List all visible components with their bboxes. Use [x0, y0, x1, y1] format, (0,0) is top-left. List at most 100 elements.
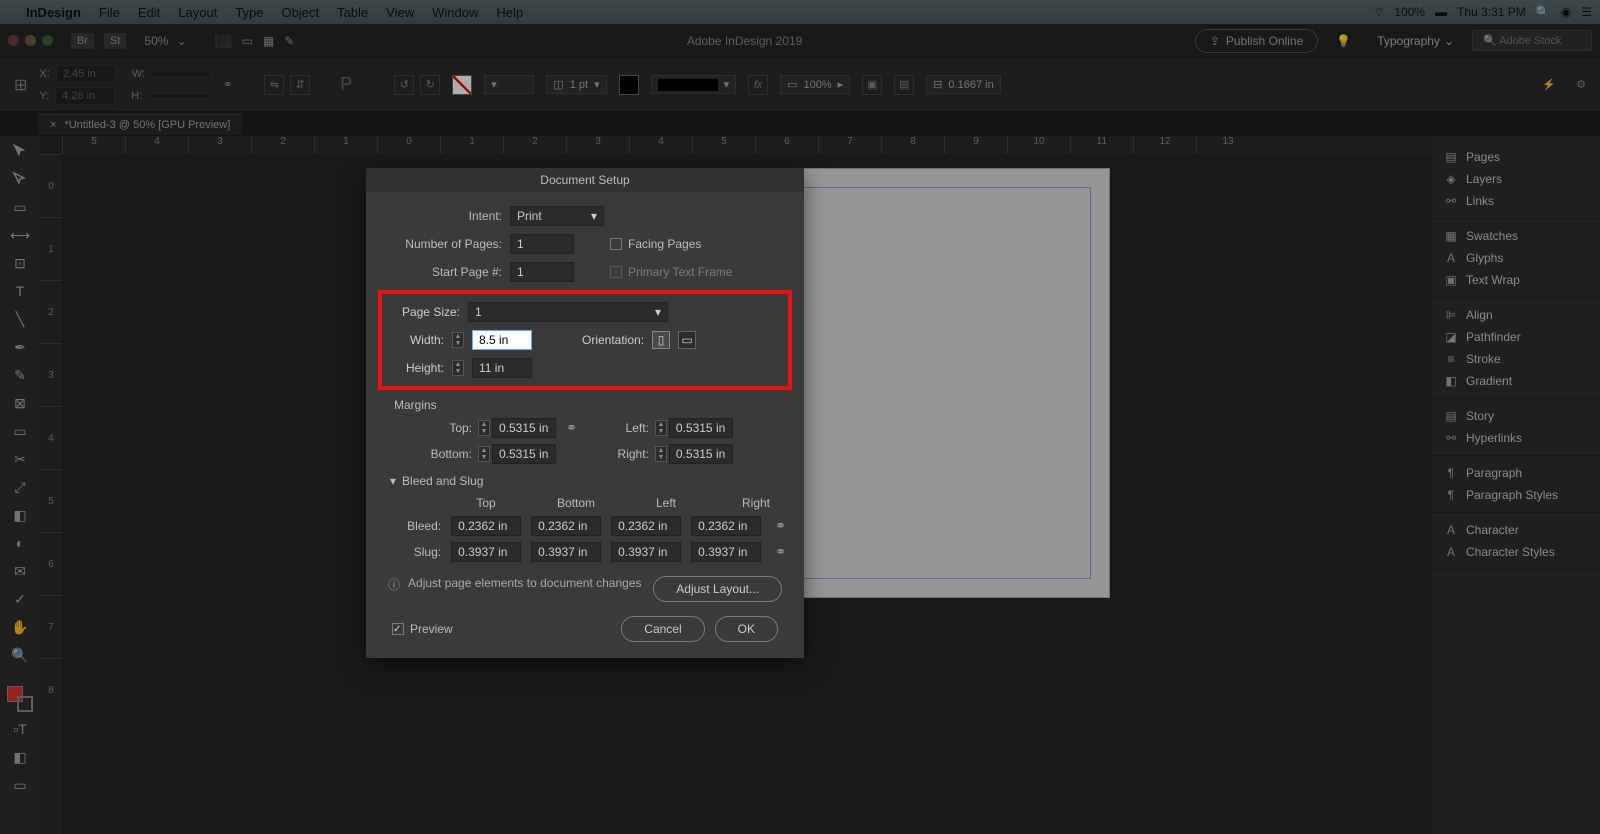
spotlight-icon[interactable]: 🔍 [1536, 5, 1551, 19]
bleed-right[interactable] [691, 516, 761, 536]
numpages-input[interactable] [510, 234, 574, 254]
pencil-tool[interactable]: ✎ [9, 364, 31, 386]
bulb-icon[interactable]: 💡 [1336, 34, 1351, 48]
h-field[interactable] [148, 93, 208, 99]
fill-stroke-toggle[interactable] [7, 686, 33, 712]
menu-layout[interactable]: Layout [178, 5, 217, 20]
slug-top[interactable] [451, 542, 521, 562]
panel-paragraph[interactable]: ¶Paragraph [1432, 462, 1600, 484]
bleed-left[interactable] [611, 516, 681, 536]
margin-bottom-input[interactable] [492, 444, 556, 464]
margin-right-input[interactable] [669, 444, 733, 464]
panel-gradient[interactable]: ◧Gradient [1432, 370, 1600, 392]
menu-help[interactable]: Help [496, 5, 523, 20]
w-field[interactable] [151, 71, 211, 77]
link-margin-icon[interactable]: ⚭ [566, 420, 577, 436]
wrap-1-icon[interactable]: ▣ [862, 75, 882, 95]
orientation-landscape[interactable]: ▭ [678, 331, 696, 349]
panel-story[interactable]: ▤Story [1432, 405, 1600, 427]
flip-h-icon[interactable]: ⇋ [264, 75, 284, 95]
width-input[interactable] [472, 330, 532, 350]
margin-left-input[interactable] [669, 418, 733, 438]
apply-color-icon[interactable]: ◧ [9, 746, 31, 768]
facing-pages-checkbox[interactable]: Facing Pages [610, 237, 701, 251]
flip-v-icon[interactable]: ⇵ [290, 75, 310, 95]
fx-icon[interactable]: fx [748, 75, 768, 95]
gap-tool[interactable]: ⟷ [9, 224, 31, 246]
margin-left-spinner[interactable]: ▲▼ [655, 420, 667, 436]
constrain-icon[interactable]: ⚭ [223, 78, 232, 91]
stroke-swatch[interactable] [619, 75, 639, 95]
height-input[interactable] [472, 358, 532, 378]
panel-layers[interactable]: ◈Layers [1432, 168, 1600, 190]
wifi-icon[interactable]: ⌔ [1373, 5, 1384, 20]
panel-pages[interactable]: ▤Pages [1432, 146, 1600, 168]
menu-view[interactable]: View [386, 5, 414, 20]
document-tab[interactable]: × *Untitled-3 @ 50% [GPU Preview] [38, 114, 242, 135]
link-bleed-icon[interactable]: ⚭ [775, 518, 786, 534]
bleed-slug-toggle[interactable]: ▾Bleed and Slug [390, 474, 786, 488]
stroke-weight[interactable]: ◫ 1 pt ▾ [546, 75, 606, 94]
eyedropper-tool[interactable]: ✓ [9, 588, 31, 610]
direct-selection-tool[interactable] [9, 168, 31, 190]
siri-icon[interactable]: ◉ [1561, 5, 1571, 19]
panel-paragraph-styles[interactable]: ¶Paragraph Styles [1432, 484, 1600, 506]
pen-tool[interactable]: ✒ [9, 336, 31, 358]
preview-checkbox[interactable]: Preview [392, 622, 453, 636]
bleed-top[interactable] [451, 516, 521, 536]
type-tool[interactable]: T [9, 280, 31, 302]
bleed-bottom[interactable] [531, 516, 601, 536]
rectangle-frame-tool[interactable]: ⊠ [9, 392, 31, 414]
fill-dropdown[interactable]: ▾ [484, 75, 534, 94]
selection-tool[interactable] [9, 140, 31, 162]
rotate-cw-icon[interactable]: ↻ [420, 75, 440, 95]
publish-online-button[interactable]: ⇪Publish Online [1195, 29, 1318, 53]
intent-select[interactable]: Print▾ [510, 206, 604, 226]
window-controls[interactable] [8, 35, 53, 46]
height-spinner[interactable]: ▲▼ [452, 360, 464, 376]
slug-bottom[interactable] [531, 542, 601, 562]
width-spinner[interactable]: ▲▼ [452, 332, 464, 348]
flash-icon[interactable]: ⚡ [1542, 78, 1556, 91]
slug-right[interactable] [691, 542, 761, 562]
gradient-swatch-tool[interactable]: ◧ [9, 504, 31, 526]
stock-icon[interactable]: St [104, 33, 126, 49]
pagesize-select[interactable]: 1▾ [468, 302, 668, 322]
margin-top-input[interactable] [492, 418, 556, 438]
menu-object[interactable]: Object [282, 5, 320, 20]
formatting-container-icon[interactable]: ▫T [9, 718, 31, 740]
menu-edit[interactable]: Edit [138, 5, 160, 20]
menu-file[interactable]: File [99, 5, 120, 20]
menu-type[interactable]: Type [235, 5, 263, 20]
view-opt-3[interactable]: ▦ [263, 34, 274, 48]
startpage-input[interactable] [510, 262, 574, 282]
wrap-2-icon[interactable]: ▤ [894, 75, 914, 95]
rectangle-tool[interactable]: ▭ [9, 420, 31, 442]
page-tool[interactable]: ▭ [9, 196, 31, 218]
settings-icon[interactable]: ⚙ [1576, 78, 1586, 91]
margin-bottom-spinner[interactable]: ▲▼ [478, 446, 490, 462]
chevron-down-icon[interactable]: ⌄ [176, 34, 186, 48]
orientation-portrait[interactable]: ▯ [652, 331, 670, 349]
panel-pathfinder[interactable]: ◪Pathfinder [1432, 326, 1600, 348]
margin-top-spinner[interactable]: ▲▼ [478, 420, 490, 436]
panel-hyperlinks[interactable]: ⚯Hyperlinks [1432, 427, 1600, 449]
panel-align[interactable]: ⊫Align [1432, 304, 1600, 326]
view-opt-1[interactable]: ░░ [215, 34, 232, 48]
line-tool[interactable]: ╲ [9, 308, 31, 330]
panel-stroke[interactable]: ≡Stroke [1432, 348, 1600, 370]
view-opt-4[interactable]: ✎ [284, 34, 294, 48]
panel-links[interactable]: ⚯Links [1432, 190, 1600, 212]
app-name[interactable]: InDesign [26, 5, 81, 20]
stroke-style[interactable]: ▾ [651, 75, 737, 94]
panel-character[interactable]: ACharacter [1432, 519, 1600, 541]
content-collector-tool[interactable]: ⊡ [9, 252, 31, 274]
scissors-tool[interactable]: ✂ [9, 448, 31, 470]
gradient-feather-tool[interactable]: ◐ [9, 532, 31, 554]
opacity[interactable]: ▭ 100% ▸ [780, 75, 850, 94]
view-opt-2[interactable]: ▭ [242, 34, 253, 48]
zoom-level[interactable]: 50% [144, 34, 168, 48]
fill-swatch[interactable] [452, 75, 472, 95]
slug-left[interactable] [611, 542, 681, 562]
panel-text-wrap[interactable]: ▣Text Wrap [1432, 269, 1600, 291]
